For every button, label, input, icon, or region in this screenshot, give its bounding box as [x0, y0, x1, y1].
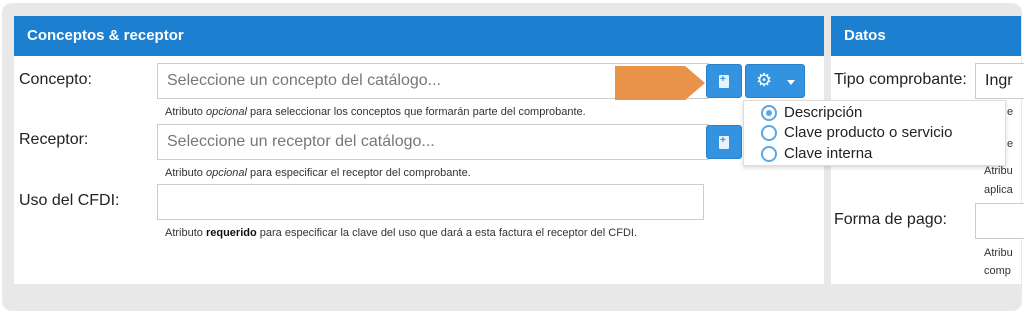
- forma-pago-label: Forma de pago:: [834, 211, 947, 228]
- uso-cfdi-label: Uso del CFDI:: [19, 192, 120, 209]
- radio-icon[interactable]: [761, 105, 777, 121]
- receptor-help-text: Atributo opcional para especificar el re…: [165, 167, 471, 179]
- menu-option-clave-producto[interactable]: Clave producto o servicio: [761, 124, 952, 144]
- tipo-comprobante-label: Tipo comprobante:: [834, 71, 967, 88]
- search-options-button[interactable]: ⚙: [745, 64, 805, 98]
- caret-down-icon: [787, 80, 795, 85]
- partial-help-text: Atribu: [984, 247, 1013, 259]
- forma-pago-select[interactable]: [975, 203, 1024, 239]
- add-document-icon: [719, 74, 729, 88]
- radio-icon[interactable]: [761, 146, 777, 162]
- partial-help-text: comp: [984, 265, 1011, 277]
- search-options-menu: Descripción Clave producto o servicio Cl…: [743, 100, 1006, 166]
- add-document-icon: [719, 135, 729, 149]
- uso-cfdi-help-text: Atributo requerido para especificar la c…: [165, 227, 638, 239]
- gear-icon: ⚙: [756, 70, 773, 91]
- add-receptor-button[interactable]: [706, 125, 742, 159]
- receptor-label: Receptor:: [19, 131, 89, 148]
- receptor-search-input[interactable]: Seleccione un receptor del catálogo...: [157, 124, 709, 160]
- panel-title: Conceptos & receptor: [14, 16, 824, 56]
- uso-cfdi-select[interactable]: [157, 184, 704, 220]
- menu-option-clave-interna[interactable]: Clave interna: [761, 145, 872, 165]
- partial-help-text: aplica: [984, 184, 1013, 196]
- partial-help-text: e: [1007, 138, 1014, 150]
- menu-option-descripcion[interactable]: Descripción: [761, 104, 862, 124]
- partial-help-text: Atribu: [984, 165, 1013, 177]
- concepto-label: Concepto:: [19, 71, 92, 88]
- tipo-comprobante-select[interactable]: Ingr: [975, 63, 1024, 99]
- radio-icon[interactable]: [761, 125, 777, 141]
- partial-help-text: e: [1007, 106, 1014, 118]
- panel-title: Datos: [831, 16, 1021, 56]
- concepto-help-text: Atributo opcional para seleccionar los c…: [165, 106, 586, 118]
- add-concepto-button[interactable]: [706, 64, 742, 98]
